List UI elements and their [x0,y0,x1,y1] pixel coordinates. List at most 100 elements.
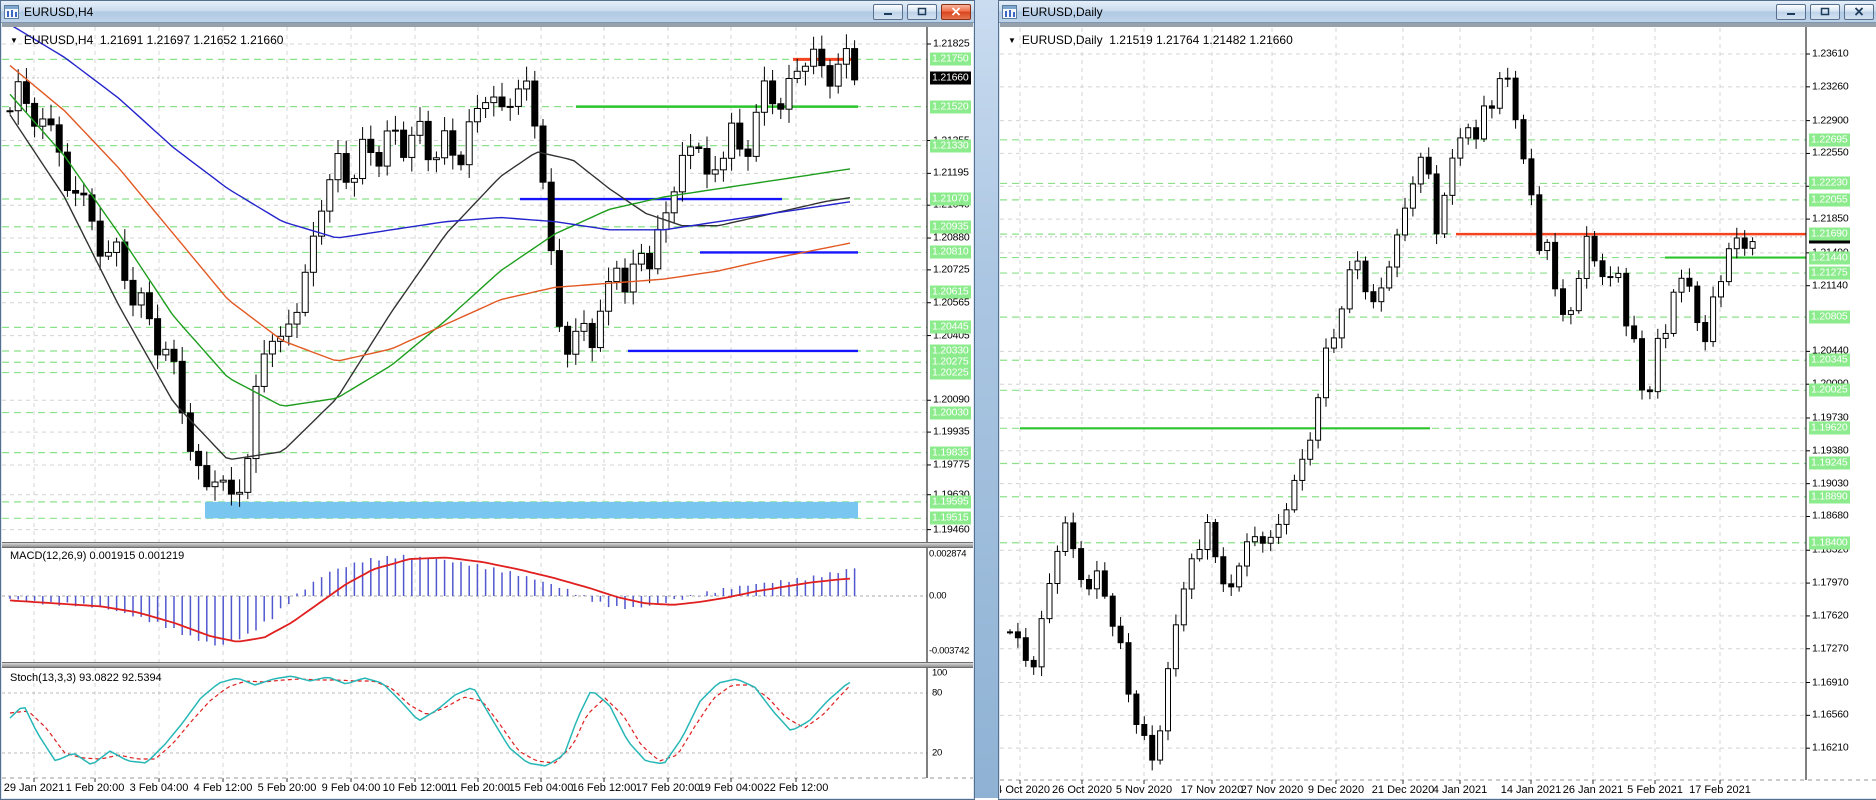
stoch-pane-separator[interactable] [2,662,973,668]
support-zone-band[interactable] [205,502,858,518]
level-price-label: 1.20445 [930,321,971,334]
date-label[interactable]: 11 Feb 20:00 [446,782,510,794]
macd-histogram [10,555,855,646]
restore-button[interactable] [1810,4,1840,20]
window-title-daily: EURUSD,Daily [1022,5,1103,19]
level-price-label: 1.19595 [930,495,971,508]
window-title-h4: EURUSD,H4 [24,5,93,19]
level-price-label: 1.18400 [1809,536,1850,549]
level-price-label: 1.19515 [930,512,971,525]
level-price-label: 1.21520 [930,100,971,113]
date-label[interactable]: 5 Feb 2021 [1627,784,1683,796]
level-price-label: 1.20025 [1809,384,1850,397]
ma-red-line[interactable] [10,66,850,361]
price-tick-label: 1.20725 [933,263,970,276]
candles[interactable] [7,34,858,507]
date-label[interactable]: 5 Nov 2020 [1116,784,1172,796]
titlebar-daily[interactable]: EURUSD,Daily [999,1,1876,23]
date-label[interactable]: 14 Oct 2020 [1000,784,1050,796]
price-tick-label: 1.17270 [1812,642,1849,655]
macd-pane-separator[interactable] [2,542,973,548]
stoch-label: Stoch(13,3,3) 93.0822 92.5394 [10,672,162,684]
date-label[interactable]: 29 Jan 2021 [4,782,65,794]
level-price-label: 1.19835 [930,446,971,459]
restore-icon [1820,7,1830,16]
date-label[interactable]: 15 Feb 04:00 [509,782,574,794]
chart-area-daily: ▼ EURUSD,Daily 1.21519 1.21764 1.21482 1… [1000,23,1876,798]
price-tick-label: 1.19935 [933,426,970,439]
date-label[interactable]: 9 Feb 04:00 [322,782,381,794]
window-eurusd-h4: EURUSD,H4 ▼ EURUSD,H4 1.21691 1.21697 1.… [0,0,975,800]
price-tick-label: 1.22900 [1812,114,1849,127]
price-tick-label: 1.21850 [1812,213,1849,226]
level-price-label: 1.20345 [1809,354,1850,367]
level-price-label: 1.19245 [1809,457,1850,470]
date-label[interactable]: 26 Jan 2021 [1563,784,1624,796]
restore-button[interactable] [907,4,937,20]
date-label[interactable]: 17 Feb 20:00 [636,782,701,794]
price-tick-label: 1.21195 [933,167,969,180]
collapse-arrow-icon[interactable]: ▼ [10,36,18,45]
stoch-scale-100: 100 [932,668,947,679]
price-tick-label: 1.20090 [933,394,970,407]
date-label[interactable]: 3 Feb 04:00 [130,782,189,794]
price-tick-label: 1.19460 [933,523,970,536]
date-label[interactable]: 17 Feb 2021 [1689,784,1751,796]
level-price-label: 1.20615 [930,286,971,299]
price-tick-label: 1.17970 [1812,577,1849,590]
level-price-label: 1.21275 [1809,267,1850,280]
level-price-label: 1.22695 [1809,133,1850,146]
date-label[interactable]: 19 Feb 04:00 [699,782,764,794]
collapse-arrow-icon[interactable]: ▼ [1008,36,1016,45]
minimize-button[interactable] [873,4,903,20]
price-tick-label: 1.17620 [1812,609,1849,622]
level-price-label: 1.20935 [930,220,971,233]
level-price-label: 1.22230 [1809,177,1850,190]
level-price-label: 1.20225 [930,366,971,379]
current-price-label: 1.21660 [930,71,971,84]
price-tick-label: 1.21140 [1812,279,1848,292]
chart-window-icon [1002,5,1017,19]
price-tick-label: 1.20880 [933,232,970,245]
date-label[interactable]: 22 Feb 12:00 [764,782,829,794]
date-label[interactable]: 26 Oct 2020 [1052,784,1112,796]
ohlc-header-daily: ▼ EURUSD,Daily 1.21519 1.21764 1.21482 1… [1008,33,1293,47]
date-label[interactable]: 9 Dec 2020 [1308,784,1364,796]
date-label[interactable]: 5 Feb 20:00 [258,782,317,794]
date-label[interactable]: 14 Jan 2021 [1501,784,1562,796]
level-price-label: 1.22055 [1809,193,1850,206]
level-price-label: 1.18890 [1809,490,1850,503]
restore-icon [917,7,927,16]
candles[interactable] [1008,68,1756,771]
macd-scale-max: 0.002874 [929,549,966,560]
price-tick-label: 1.23260 [1812,80,1849,93]
date-label[interactable]: 27 Nov 2020 [1241,784,1303,796]
date-label[interactable]: 4 Jan 2021 [1433,784,1487,796]
level-price-label: 1.21690 [1809,228,1850,241]
chart-area-h4: ▼ EURUSD,H4 1.21691 1.21697 1.21652 1.21… [2,23,973,798]
close-icon [1854,7,1864,16]
titlebar-h4[interactable]: EURUSD,H4 [1,1,974,23]
stoch-scale-80: 80 [932,688,942,699]
date-label[interactable]: 17 Nov 2020 [1181,784,1243,796]
ohlc-values-daily: EURUSD,Daily 1.21519 1.21764 1.21482 1.2… [1022,33,1293,47]
date-label[interactable]: 10 Feb 12:00 [383,782,448,794]
date-label[interactable]: 4 Feb 12:00 [194,782,253,794]
daily-chart-canvas[interactable] [1000,27,1876,798]
chart-window-icon [4,5,19,19]
macd-label: MACD(12,26,9) 0.001915 0.001219 [10,550,184,562]
macd-scale-zero: 0.00 [929,591,946,602]
minimize-icon [1786,7,1796,16]
close-button[interactable] [1844,4,1874,20]
stoch-scale-20: 20 [932,748,942,759]
ohlc-header-h4: ▼ EURUSD,H4 1.21691 1.21697 1.21652 1.21… [10,33,283,47]
level-price-label: 1.21070 [930,193,971,206]
stoch-main-line [10,676,850,766]
close-button[interactable] [941,4,971,20]
date-label[interactable]: 21 Dec 2020 [1372,784,1434,796]
date-label[interactable]: 16 Feb 12:00 [572,782,637,794]
minimize-icon [883,7,893,16]
minimize-button[interactable] [1776,4,1806,20]
date-label[interactable]: 1 Feb 20:00 [66,782,125,794]
price-tick-label: 1.19030 [1812,477,1849,490]
